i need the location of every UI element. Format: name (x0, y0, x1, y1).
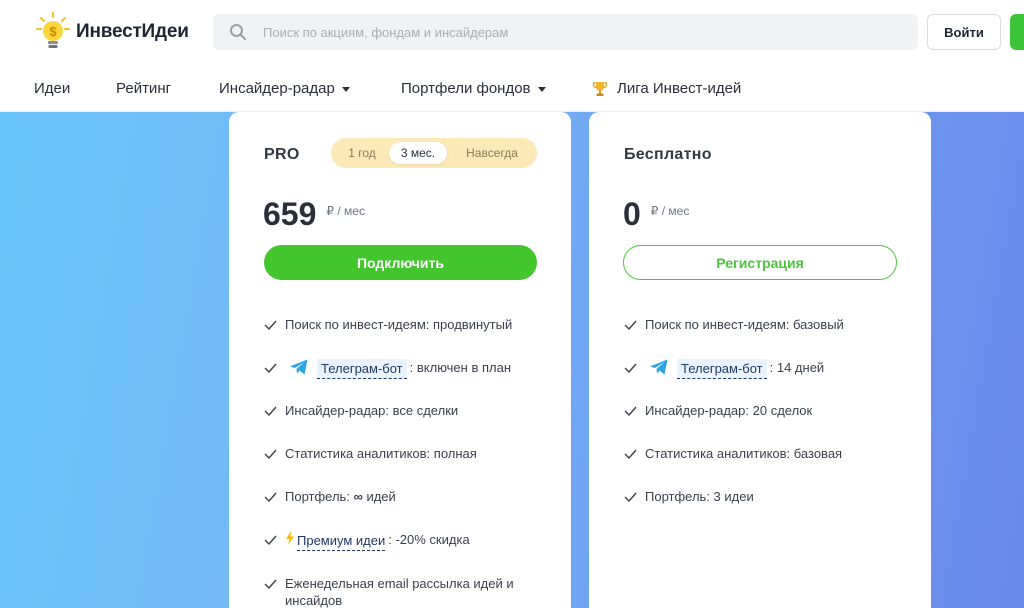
nav-item-label: Портфели фондов (401, 80, 531, 97)
login-button[interactable]: Войти (927, 14, 1001, 50)
register-button-partial[interactable] (1010, 14, 1024, 50)
feature-item: Статистика аналитиков: полная (264, 445, 477, 462)
price-unit: ₽ / мес (650, 204, 690, 218)
nav-item-label: Рейтинг (116, 80, 172, 97)
check-icon (624, 363, 637, 373)
feature-text: Поиск по инвест-идеям: продвинутый (285, 317, 513, 332)
svg-text:$: $ (49, 24, 57, 39)
subscribe-button[interactable]: Подключить (264, 245, 537, 280)
logo-text: ИнвестИдеи (76, 21, 189, 42)
feature-text: Инсайдер-радар: все сделки (285, 403, 459, 418)
feature-item: Инсайдер-радар: все сделки (264, 402, 458, 419)
feature-item: Статистика аналитиков: базовая (624, 445, 842, 462)
check-icon (264, 535, 277, 545)
nav-item-label: Инсайдер-радар (219, 80, 335, 97)
check-icon (264, 492, 277, 502)
price: 0 ₽ / мес (623, 196, 689, 232)
price-unit: ₽ / мес (326, 204, 365, 218)
check-icon (264, 406, 277, 416)
premium-ideas-link[interactable]: Премиум идеи (297, 531, 386, 551)
feature-item: Премиум идеи : -20% скидка (264, 531, 470, 551)
feature-text: : включен в план (409, 360, 511, 375)
logo[interactable]: $ ИнвестИдеи (36, 12, 189, 52)
period-toggle: 1 год 3 мес. Навсегда (331, 138, 537, 168)
check-icon (264, 320, 277, 330)
nav-item-league[interactable]: Лига Инвест-идей (592, 80, 741, 97)
period-option-3m[interactable]: 3 мес. (389, 142, 447, 164)
nav-item-insider-radar[interactable]: Инсайдер-радар (219, 80, 350, 97)
telegram-bot-link[interactable]: Телеграм-бот (317, 359, 407, 379)
feature-item: Портфель: 3 идеи (624, 488, 754, 505)
infinity-icon: ∞ (353, 489, 363, 504)
nav-item-fund-portfolios[interactable]: Портфели фондов (401, 80, 546, 97)
search-bar[interactable] (213, 14, 918, 50)
price-value: 0 (623, 196, 641, 232)
pricing-card-free: Бесплатно 0 ₽ / мес Регистрация Поиск по… (589, 112, 931, 608)
feature-text: Портфель: 3 идеи (645, 489, 754, 504)
check-icon (264, 363, 277, 373)
feature-text: Поиск по инвест-идеям: базовый (645, 317, 844, 332)
trophy-icon (592, 81, 608, 96)
price: 659 ₽ / мес (263, 196, 365, 232)
lightning-icon (286, 531, 294, 545)
nav-item-rating[interactable]: Рейтинг (116, 80, 171, 97)
check-icon (624, 406, 637, 416)
nav-item-label: Лига Инвест-идей (617, 80, 742, 97)
check-icon (624, 492, 637, 502)
nav-item-ideas[interactable]: Идеи (34, 80, 70, 97)
feature-text: Портфель: (285, 489, 354, 504)
feature-text: Статистика аналитиков: полная (285, 446, 477, 461)
feature-text: Статистика аналитиков: базовая (645, 446, 843, 461)
feature-text: Еженедельная email рассылка идей и инсай… (285, 576, 514, 608)
period-option-forever[interactable]: Навсегда (453, 138, 531, 168)
telegram-bot-link[interactable]: Телеграм-бот (677, 359, 767, 379)
feature-item: Телеграм-бот : 14 дней (624, 359, 824, 379)
main-nav: Идеи Рейтинг Инсайдер-радар Портфели фон… (0, 64, 1024, 112)
check-icon (264, 449, 277, 459)
chevron-down-icon (341, 87, 350, 92)
plan-name: Бесплатно (624, 146, 712, 163)
feature-item: Поиск по инвест-идеям: базовый (624, 316, 844, 333)
top-bar: $ ИнвестИдеи Войти (0, 0, 1024, 64)
telegram-icon (650, 359, 668, 375)
feature-text: : -20% скидка (388, 532, 470, 547)
price-value: 659 (263, 196, 317, 232)
check-icon (624, 449, 637, 459)
period-option-1y[interactable]: 1 год (337, 138, 387, 168)
feature-item: Портфель: ∞ идей (264, 488, 396, 505)
register-button[interactable]: Регистрация (623, 245, 897, 280)
check-icon (264, 579, 277, 589)
feature-item: Телеграм-бот : включен в план (264, 359, 511, 379)
feature-item: Поиск по инвест-идеям: продвинутый (264, 316, 512, 333)
feature-text: : 14 дней (769, 360, 825, 375)
feature-item: Инсайдер-радар: 20 сделок (624, 402, 812, 419)
feature-text: Инсайдер-радар: 20 сделок (645, 403, 813, 418)
chevron-down-icon (537, 87, 546, 92)
plan-name: PRO (264, 146, 300, 163)
feature-item: Еженедельная email рассылка идей и инсай… (264, 575, 545, 608)
pricing-card-pro: PRO 1 год 3 мес. Навсегда 659 ₽ / мес По… (229, 112, 571, 608)
feature-text: идей (362, 489, 396, 504)
telegram-icon (290, 359, 308, 375)
check-icon (624, 320, 637, 330)
search-input[interactable] (263, 24, 863, 40)
search-icon (230, 24, 246, 40)
lightbulb-icon: $ (36, 12, 70, 48)
nav-item-label: Идеи (34, 80, 71, 97)
